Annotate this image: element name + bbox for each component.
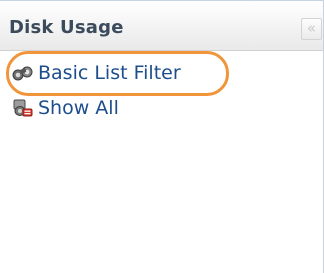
filter-binoculars-icon [12, 66, 33, 81]
show-all-icon [13, 99, 33, 117]
panel-title: Disk Usage [9, 17, 124, 38]
basic-list-filter-label: Basic List Filter [38, 62, 181, 84]
basic-list-filter-link[interactable]: Basic List Filter [12, 61, 181, 85]
show-all-label: Show All [38, 97, 119, 119]
disk-usage-panel: Disk Usage « Basic List Filter Show All [0, 0, 324, 273]
panel-header: Disk Usage « [0, 1, 323, 51]
show-all-link[interactable]: Show All [12, 96, 119, 120]
collapse-panel-button[interactable]: « [301, 18, 322, 40]
